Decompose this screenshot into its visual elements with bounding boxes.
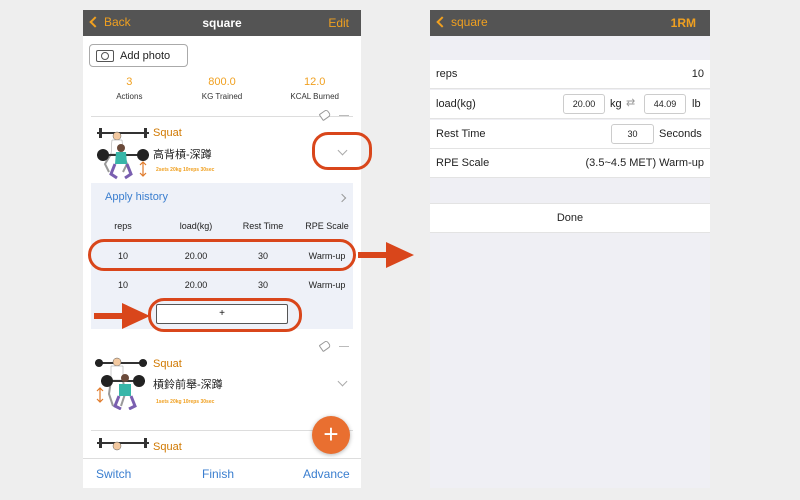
exercise-summary: 1sets 20kg 10reps 30sec <box>156 399 215 405</box>
chevron-right-icon <box>337 193 347 203</box>
apply-history-link[interactable]: Apply history <box>105 191 168 203</box>
dash-icon <box>339 346 349 347</box>
load-kg-input[interactable]: 20.00 <box>563 94 605 114</box>
annotation-arrow <box>94 313 124 319</box>
tab-advance[interactable]: Advance <box>303 467 350 481</box>
page-title: square <box>202 16 242 30</box>
stat-kcal-burned: 12.0 KCAL Burned <box>268 76 361 101</box>
tag-icon[interactable] <box>318 339 332 353</box>
rest-time-row: Rest Time 30 Seconds <box>430 120 710 149</box>
set-rest: 30 <box>257 280 268 290</box>
highlight-add-set <box>148 298 302 332</box>
set-reps: 10 <box>117 280 128 290</box>
front-squat-illustration <box>95 357 147 410</box>
squat-illustration <box>97 128 149 180</box>
header-load: load(kg) <box>179 221 213 231</box>
rest-time-label: Rest Time <box>436 128 486 140</box>
reps-label: reps <box>436 68 458 80</box>
reps-row[interactable]: reps 10 <box>430 60 710 89</box>
stat-kg-trained: 800.0 KG Trained <box>176 76 269 101</box>
stat-label: KG Trained <box>201 92 243 101</box>
lb-unit: lb <box>692 98 701 110</box>
add-photo-button[interactable]: Add photo <box>89 44 188 67</box>
set-rpe: Warm-up <box>308 280 346 290</box>
back-button[interactable]: square <box>436 15 488 29</box>
header-rpe: RPE Scale <box>305 221 349 231</box>
add-photo-label: Add photo <box>120 49 171 62</box>
rpe-row[interactable]: RPE Scale (3.5~4.5 MET) Warm-up <box>430 149 710 178</box>
stat-actions: 3 Actions <box>83 76 176 101</box>
load-lb-input[interactable]: 44.09 <box>644 94 686 114</box>
stat-label: KCAL Burned <box>290 92 339 101</box>
highlight-set-row <box>88 239 356 271</box>
tab-finish[interactable]: Finish <box>202 467 234 481</box>
header-rest-time: Rest Time <box>242 221 284 231</box>
camera-icon <box>96 49 114 62</box>
exercise-variant: 高背槓-深蹲 <box>153 149 212 161</box>
rest-time-input[interactable]: 30 <box>611 124 654 144</box>
seconds-unit: Seconds <box>659 128 702 140</box>
annotation-arrow-head <box>122 303 150 329</box>
one-rep-max-button[interactable]: 1RM <box>671 16 696 30</box>
stat-label: Actions <box>116 92 143 101</box>
add-exercise-button[interactable]: + <box>312 416 350 454</box>
swap-units-icon[interactable]: ⇄ <box>626 96 635 109</box>
exercise-name: Squat <box>153 358 182 370</box>
load-label: load(kg) <box>436 98 476 110</box>
tab-switch[interactable]: Switch <box>96 467 131 481</box>
set-edit-screen: square 1RM reps 10 load(kg) 20.00 kg ⇄ 4… <box>430 10 710 488</box>
kg-unit: kg <box>610 98 622 110</box>
tag-icon[interactable] <box>318 108 332 122</box>
header-reps: reps <box>114 221 132 231</box>
navbar: Back square Edit <box>83 10 361 36</box>
history-header-row: reps load(kg) Rest Time RPE Scale <box>91 221 353 235</box>
chevron-down-icon[interactable] <box>337 376 348 387</box>
back-label: square <box>451 15 488 29</box>
set-load: 20.00 <box>184 280 208 290</box>
navbar: square 1RM <box>430 10 710 36</box>
dash-icon <box>339 115 349 116</box>
set-row[interactable]: 10 20.00 30 Warm-up <box>91 280 353 294</box>
done-button[interactable]: Done <box>430 203 710 233</box>
divider <box>91 116 353 117</box>
annotation-arrow-head <box>386 242 414 268</box>
load-row: load(kg) 20.00 kg ⇄ 44.09 lb <box>430 90 710 119</box>
stats-row: 3 Actions 800.0 KG Trained 12.0 KCAL Bur… <box>83 76 361 101</box>
exercise-name: Squat <box>153 441 182 453</box>
rpe-value[interactable]: (3.5~4.5 MET) Warm-up <box>586 157 704 169</box>
reps-value[interactable]: 10 <box>692 68 704 80</box>
exercise-variant: 槓鈴前舉-深蹲 <box>153 379 223 391</box>
bottom-tab-bar: Switch Finish Advance <box>83 458 361 488</box>
chevron-left-icon <box>436 16 448 28</box>
stat-value: 12.0 <box>303 76 326 88</box>
stat-value: 3 <box>126 76 133 88</box>
rpe-label: RPE Scale <box>436 157 490 169</box>
exercise-summary: 2sets 20kg 10reps 30sec <box>156 167 215 173</box>
highlight-expand-toggle <box>312 132 372 170</box>
annotation-arrow <box>358 252 388 258</box>
exercise-name: Squat <box>153 127 182 139</box>
edit-button[interactable]: Edit <box>328 16 349 30</box>
stat-value: 800.0 <box>208 76 236 88</box>
